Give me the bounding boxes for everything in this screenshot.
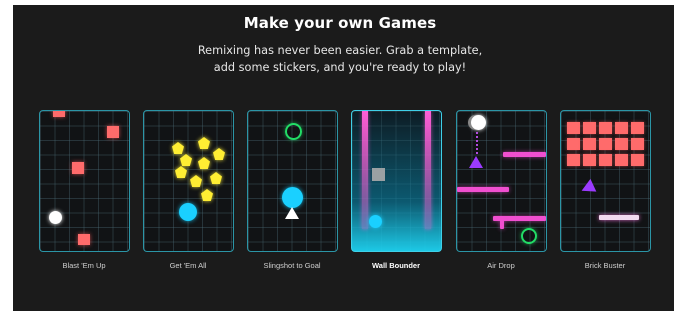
pink-platform-icon xyxy=(457,187,509,192)
goal-ring-icon xyxy=(285,123,302,140)
brick-icon xyxy=(631,154,644,166)
section-title: Make your own Games xyxy=(243,14,437,32)
player-ball-icon xyxy=(49,211,62,224)
brick-icon xyxy=(615,138,628,150)
brick-icon xyxy=(567,138,580,150)
paddle-icon xyxy=(599,215,639,220)
right-wall-icon xyxy=(425,111,431,229)
goal-ring-icon xyxy=(521,228,537,244)
subtitle-line-1: Remixing has never been easier. Grab a t… xyxy=(197,44,483,57)
slingshot-arrow-icon xyxy=(285,207,299,219)
template-card-wall-bounder[interactable] xyxy=(351,110,442,252)
template-label-slingshot-to-goal[interactable]: Slingshot to Goal xyxy=(242,261,342,270)
red-square-icon xyxy=(107,126,119,138)
template-label-get-em-all[interactable]: Get 'Em All xyxy=(138,261,238,270)
brick-icon xyxy=(583,138,596,150)
yellow-pentagon-icon xyxy=(190,175,202,187)
template-label-blast-em-up[interactable]: Blast 'Em Up xyxy=(34,261,134,270)
player-ball-icon xyxy=(369,215,382,228)
brick-icon xyxy=(615,154,628,166)
block-icon xyxy=(372,168,385,181)
yellow-pentagon-icon xyxy=(180,154,192,166)
brick-icon xyxy=(583,154,596,166)
drop-path-icon xyxy=(476,132,478,154)
template-card-slingshot-to-goal[interactable] xyxy=(247,110,338,252)
red-square-icon xyxy=(72,162,84,174)
template-label-wall-bounder[interactable]: Wall Bounder xyxy=(346,261,446,270)
brick-icon xyxy=(599,122,612,134)
brick-icon xyxy=(599,154,612,166)
yellow-pentagon-icon xyxy=(210,172,222,184)
brick-icon xyxy=(631,122,644,134)
template-card-get-em-all[interactable] xyxy=(143,110,234,252)
red-square-icon xyxy=(78,234,90,245)
yellow-pentagon-icon xyxy=(172,142,184,154)
section-subtitle: Remixing has never been easier. Grab a t… xyxy=(0,42,680,76)
template-card-blast-em-up[interactable] xyxy=(39,110,130,252)
player-ball-icon xyxy=(471,115,486,130)
brick-icon xyxy=(583,122,596,134)
brick-icon xyxy=(567,122,580,134)
player-ball-icon xyxy=(282,187,303,208)
left-wall-icon xyxy=(362,111,368,229)
subtitle-line-2: add some stickers, and you're ready to p… xyxy=(213,61,467,74)
purple-arrow-icon xyxy=(578,178,597,198)
yellow-pentagon-icon xyxy=(198,157,210,169)
pink-platform-icon xyxy=(503,152,546,157)
yellow-pentagon-icon xyxy=(213,148,225,160)
yellow-pentagon-icon xyxy=(198,137,210,149)
pink-post-icon xyxy=(500,219,504,229)
brick-icon xyxy=(599,138,612,150)
template-label-brick-buster[interactable]: Brick Buster xyxy=(555,261,655,270)
purple-arrow-icon xyxy=(469,156,483,168)
template-card-air-drop[interactable] xyxy=(456,110,547,252)
red-square-icon xyxy=(53,111,65,117)
brick-icon xyxy=(567,154,580,166)
yellow-pentagon-icon xyxy=(175,166,187,178)
yellow-pentagon-icon xyxy=(201,189,213,201)
template-label-air-drop[interactable]: Air Drop xyxy=(451,261,551,270)
brick-icon xyxy=(615,122,628,134)
brick-icon xyxy=(631,138,644,150)
player-ball-icon xyxy=(179,203,197,221)
template-card-brick-buster[interactable] xyxy=(560,110,651,252)
